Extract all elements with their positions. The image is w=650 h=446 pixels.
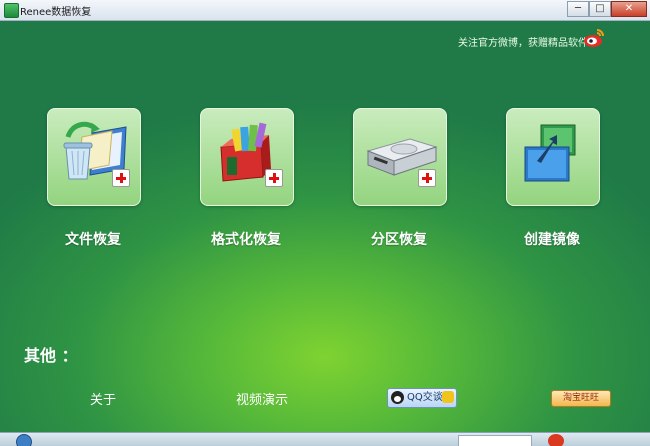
globe-icon: [16, 434, 32, 446]
partition-recovery-tile[interactable]: [353, 108, 447, 206]
smiley-icon: [442, 391, 454, 403]
partition-recovery-label[interactable]: 分区恢复: [339, 229, 459, 249]
weibo-icon[interactable]: [582, 27, 606, 49]
other-section-title: 其他 ：: [24, 346, 78, 365]
format-recovery-tile[interactable]: [200, 108, 294, 206]
about-link[interactable]: 关于: [90, 389, 116, 408]
minimize-button[interactable]: ─: [567, 1, 589, 17]
create-image-tile[interactable]: [506, 108, 600, 206]
maximize-button[interactable]: □: [589, 1, 611, 17]
taobao-wangwang-button[interactable]: 淘宝旺旺: [551, 390, 611, 407]
close-button[interactable]: ✕: [611, 1, 647, 17]
status-field: [458, 435, 532, 446]
create-image-label[interactable]: 创建镜像: [492, 229, 612, 249]
title-bar: Renee数据恢复 ─ □ ✕: [0, 0, 650, 21]
app-window: Renee数据恢复 ─ □ ✕ 关注官方微博，获赠精品软件 文件恢复 格式化恢复…: [0, 0, 650, 446]
brand-logo-icon: [548, 434, 564, 446]
format-recovery-label[interactable]: 格式化恢复: [186, 229, 306, 249]
weibo-follow-link[interactable]: 关注官方微博，获赠精品软件: [458, 34, 588, 49]
video-demo-link[interactable]: 视频演示: [236, 389, 288, 408]
qq-penguin-icon: [391, 391, 404, 404]
add-icon: [265, 169, 283, 187]
status-bar: [0, 432, 650, 446]
add-icon: [112, 169, 130, 187]
file-recovery-label[interactable]: 文件恢复: [33, 229, 153, 249]
add-icon: [418, 169, 436, 187]
app-logo-icon: [4, 3, 19, 18]
create-image-icon: [524, 124, 576, 182]
qq-chat-label: QQ交谈: [407, 392, 443, 403]
window-title: Renee数据恢复: [20, 7, 92, 18]
file-recovery-tile[interactable]: [47, 108, 141, 206]
qq-chat-button[interactable]: QQ交谈: [387, 388, 457, 408]
